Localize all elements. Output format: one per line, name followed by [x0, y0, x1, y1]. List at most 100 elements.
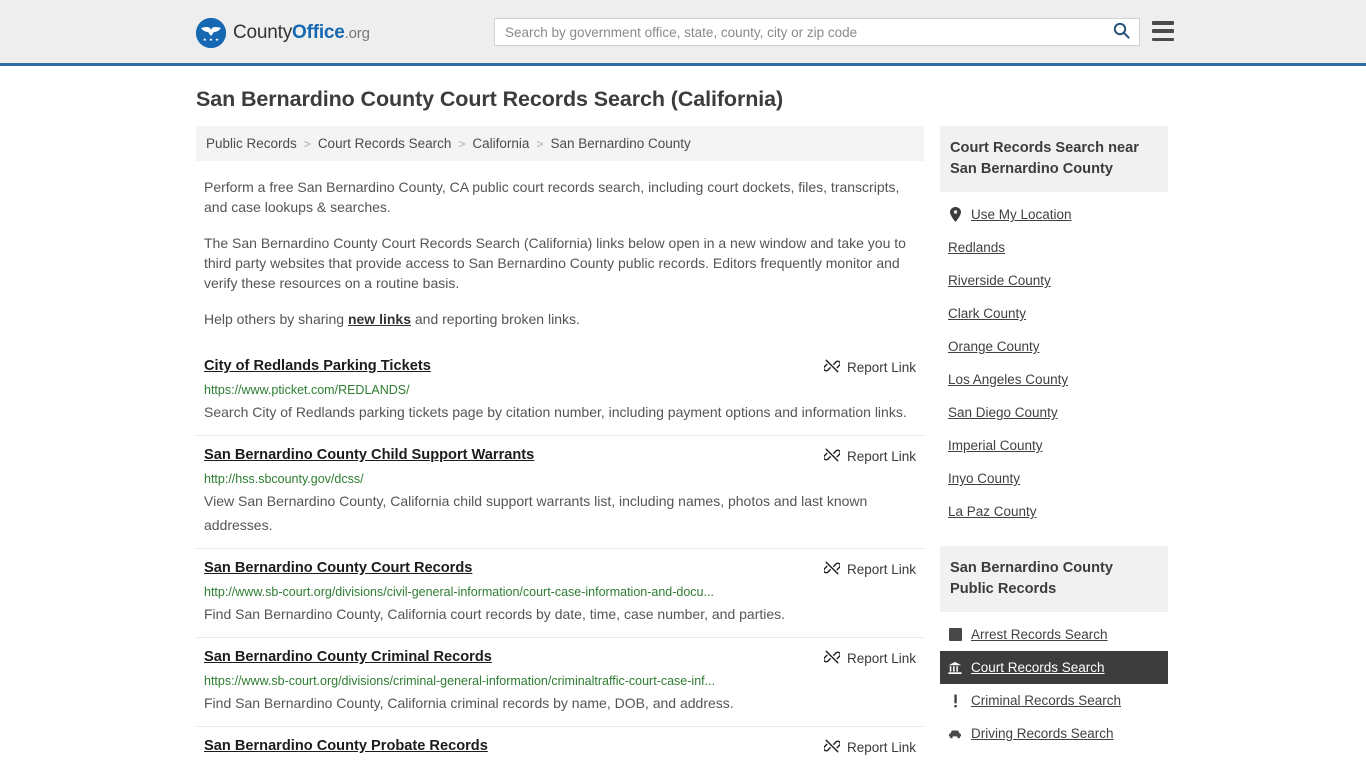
sidebar: Court Records Search near San Bernardino…: [940, 126, 1168, 768]
sidebar-item-driving-records-search[interactable]: Driving Records Search: [940, 717, 1168, 750]
intro-paragraph-3: Help others by sharing new links and rep…: [204, 309, 916, 329]
sidebar-item-label: Driving Records Search: [971, 726, 1114, 741]
site-logo[interactable]: CountyOffice.org: [196, 18, 370, 48]
page-title: San Bernardino County Court Records Sear…: [196, 87, 784, 111]
breadcrumb-separator: >: [303, 136, 311, 151]
result-url: https://www.sb-court.org/divisions/crimi…: [204, 674, 716, 688]
report-link-button[interactable]: Report Link: [804, 358, 916, 377]
search-bar: [494, 18, 1140, 46]
report-link-label: Report Link: [846, 651, 916, 666]
result-url: http://hss.sbcounty.gov/dcss/: [204, 472, 364, 486]
courthouse-icon: [948, 660, 962, 675]
result-title-link[interactable]: San Bernardino County Criminal Records: [204, 648, 492, 667]
sidebar-item-san-diego-county[interactable]: San Diego County: [940, 396, 1168, 429]
breadcrumb-item-san-bernardino-county[interactable]: San Bernardino County: [550, 136, 690, 151]
result-title-link[interactable]: San Bernardino County Probate Records: [204, 737, 488, 756]
result-header: San Bernardino County Probate Records Re…: [204, 737, 916, 757]
results-list: City of Redlands Parking Tickets Report …: [196, 347, 924, 768]
broken-link-icon: [823, 649, 841, 668]
broken-link-icon: [823, 447, 841, 466]
logo-text-tld: .org: [344, 25, 370, 42]
result-header: San Bernardino County Child Support Warr…: [204, 446, 916, 466]
site-logo-text: CountyOffice.org: [233, 22, 370, 44]
report-link-label: Report Link: [846, 740, 916, 755]
main-content: Public Records > Court Records Search > …: [196, 126, 924, 768]
search-button[interactable]: [1103, 19, 1139, 45]
search-input[interactable]: [495, 19, 1103, 45]
map-pin-icon: [948, 207, 962, 222]
report-link-label: Report Link: [846, 562, 916, 577]
sidebar-item-label: Imperial County: [948, 438, 1043, 453]
public-records-panel-list: Arrest Records Search Court Records Sear…: [940, 612, 1168, 750]
sidebar-item-riverside-county[interactable]: Riverside County: [940, 264, 1168, 297]
report-link-button[interactable]: Report Link: [804, 649, 916, 668]
eagle-seal-icon: [196, 18, 226, 48]
sidebar-item-label: Arrest Records Search: [971, 627, 1108, 642]
hamburger-bar: [1152, 37, 1174, 41]
breadcrumb: Public Records > Court Records Search > …: [196, 126, 924, 161]
sidebar-item-label: Inyo County: [948, 471, 1021, 486]
search-icon: [1113, 22, 1130, 42]
logo-text-part1: County: [233, 22, 293, 43]
report-link-label: Report Link: [846, 360, 916, 375]
result-header: San Bernardino County Criminal Records R…: [204, 648, 916, 668]
sidebar-item-label: Use My Location: [971, 207, 1072, 222]
sidebar-item-los-angeles-county[interactable]: Los Angeles County: [940, 363, 1168, 396]
sidebar-item-label: Clark County: [948, 306, 1027, 321]
result-title-link[interactable]: San Bernardino County Child Support Warr…: [204, 446, 534, 465]
car-icon: [948, 726, 962, 741]
sidebar-item-inyo-county[interactable]: Inyo County: [940, 462, 1168, 495]
result-title-link[interactable]: San Bernardino County Court Records: [204, 559, 472, 578]
broken-link-icon: [823, 358, 841, 377]
sidebar-item-label: Redlands: [948, 240, 1006, 255]
public-records-panel: San Bernardino County Public Records Arr…: [940, 546, 1168, 750]
sidebar-item-la-paz-county[interactable]: La Paz County: [940, 495, 1168, 528]
result-header: City of Redlands Parking Tickets Report …: [204, 357, 916, 377]
result-description: View San Bernardino County, California c…: [204, 493, 868, 533]
report-link-button[interactable]: Report Link: [804, 738, 916, 757]
fingerprint-square-icon: [948, 627, 962, 642]
result-title-link[interactable]: City of Redlands Parking Tickets: [204, 357, 431, 376]
broken-link-icon: [823, 738, 841, 757]
result-header: San Bernardino County Court Records Repo…: [204, 559, 916, 579]
hamburger-menu-icon[interactable]: [1152, 21, 1174, 41]
report-link-button[interactable]: Report Link: [804, 560, 916, 579]
sidebar-item-label: San Diego County: [948, 405, 1058, 420]
breadcrumb-separator: >: [458, 136, 466, 151]
result-item: San Bernardino County Probate Records Re…: [196, 726, 924, 768]
sidebar-item-arrest-records-search[interactable]: Arrest Records Search: [940, 618, 1168, 651]
result-url: http://www.sb-court.org/divisions/civil-…: [204, 585, 714, 599]
logo-text-part2: Office: [292, 22, 345, 43]
sidebar-item-clark-county[interactable]: Clark County: [940, 297, 1168, 330]
breadcrumb-item-california[interactable]: California: [472, 136, 529, 151]
breadcrumb-item-court-records-search[interactable]: Court Records Search: [318, 136, 452, 151]
result-item: San Bernardino County Criminal Records R…: [196, 637, 924, 726]
breadcrumb-item-public-records[interactable]: Public Records: [206, 136, 297, 151]
result-item: San Bernardino County Child Support Warr…: [196, 435, 924, 548]
sidebar-item-label: Riverside County: [948, 273, 1051, 288]
sidebar-item-redlands[interactable]: Redlands: [940, 231, 1168, 264]
result-url: https://www.pticket.com/REDLANDS/: [204, 383, 410, 397]
sidebar-item-criminal-records-search[interactable]: Criminal Records Search: [940, 684, 1168, 717]
result-description: Find San Bernardino County, California c…: [204, 695, 734, 711]
breadcrumb-separator: >: [536, 136, 544, 151]
sidebar-item-label: Los Angeles County: [948, 372, 1069, 387]
sidebar-item-imperial-county[interactable]: Imperial County: [940, 429, 1168, 462]
report-link-button[interactable]: Report Link: [804, 447, 916, 466]
hamburger-bar: [1152, 21, 1174, 25]
sidebar-item-orange-county[interactable]: Orange County: [940, 330, 1168, 363]
exclamation-icon: [948, 693, 962, 708]
site-header: CountyOffice.org: [0, 0, 1366, 66]
sidebar-item-court-records-search[interactable]: Court Records Search: [940, 651, 1168, 684]
intro-text-after: and reporting broken links.: [411, 311, 580, 327]
new-links-link[interactable]: new links: [348, 311, 411, 327]
intro-text-before: Help others by sharing: [204, 311, 348, 327]
result-item: San Bernardino County Court Records Repo…: [196, 548, 924, 637]
sidebar-item-label: Orange County: [948, 339, 1040, 354]
sidebar-item-label: Court Records Search: [971, 660, 1105, 675]
sidebar-item-label: La Paz County: [948, 504, 1037, 519]
result-item: City of Redlands Parking Tickets Report …: [196, 347, 924, 435]
sidebar-item-use-my-location[interactable]: Use My Location: [940, 198, 1168, 231]
intro-paragraph-2: The San Bernardino County Court Records …: [204, 235, 906, 291]
nearby-panel-list: Use My Location Redlands Riverside Count…: [940, 192, 1168, 528]
